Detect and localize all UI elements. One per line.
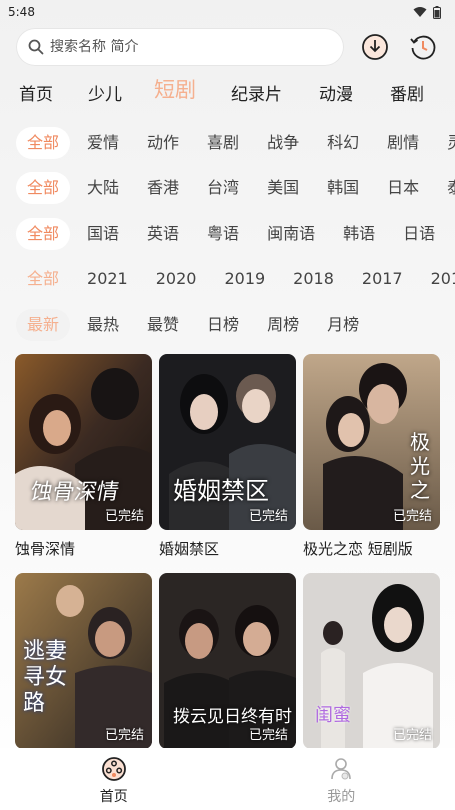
language-filter-row: 全部 国语 英语 粤语 闽南语 韩语 日语 <box>16 218 455 250</box>
poster-image[interactable]: 蚀骨深情 已完结 <box>15 354 152 530</box>
search-input[interactable] <box>50 39 310 55</box>
genre-chip[interactable]: 动作 <box>136 127 190 159</box>
language-chip[interactable]: 英语 <box>136 218 190 250</box>
tab-short-drama[interactable]: 短剧 <box>154 74 196 104</box>
status-badge: 已完结 <box>248 728 288 743</box>
year-filter-row: 全部 2021 2020 2019 2018 2017 2016 <box>16 263 455 295</box>
status-time: 5:48 <box>8 5 35 19</box>
poster-text: 逃妻寻女路 <box>23 639 68 716</box>
language-chip[interactable]: 韩语 <box>332 218 386 250</box>
drama-card[interactable]: 蚀骨深情 已完结 蚀骨深情 <box>15 354 152 559</box>
sort-chip[interactable]: 最热 <box>76 309 130 341</box>
genre-filter-row: 全部 爱情 动作 喜剧 战争 科幻 剧情 灵 <box>16 127 455 159</box>
sort-chip[interactable]: 最新 <box>16 309 71 341</box>
status-bar: 5:48 <box>0 0 455 24</box>
status-badge: 已完结 <box>392 728 432 743</box>
download-button[interactable] <box>358 30 392 64</box>
genre-chip[interactable]: 剧情 <box>376 127 430 159</box>
region-filter-row: 全部 大陆 香港 台湾 美国 韩国 日本 泰 <box>16 172 455 204</box>
drama-title[interactable]: 极光之恋 短剧版 <box>303 538 440 559</box>
poster-image[interactable]: 逃妻寻女路 已完结 <box>15 573 152 749</box>
poster-text: 蚀骨深情 <box>28 480 121 505</box>
category-tabs: 首页 少儿 短剧 纪录片 动漫 番剧 <box>0 76 455 108</box>
tab-documentary[interactable]: 纪录片 <box>231 80 282 105</box>
search-box[interactable] <box>16 28 344 66</box>
region-chip[interactable]: 韩国 <box>316 172 370 204</box>
status-icons <box>413 5 441 19</box>
genre-chip[interactable]: 爱情 <box>76 127 130 159</box>
poster-text: 闺蜜 <box>315 705 351 726</box>
sort-chip[interactable]: 最赞 <box>136 309 190 341</box>
region-chip[interactable]: 日本 <box>376 172 430 204</box>
status-badge: 已完结 <box>248 509 288 524</box>
nav-mine[interactable]: 我的 <box>228 748 455 810</box>
history-icon <box>410 35 436 60</box>
region-chip[interactable]: 香港 <box>136 172 190 204</box>
bottom-nav: 首页 我的 <box>0 748 455 810</box>
sort-chip[interactable]: 月榜 <box>316 309 370 341</box>
drama-card[interactable]: 极光之 已完结 极光之恋 短剧版 <box>303 354 440 559</box>
genre-chip[interactable]: 喜剧 <box>196 127 250 159</box>
poster-image[interactable]: 极光之 已完结 <box>303 354 440 530</box>
language-chip[interactable]: 全部 <box>16 218 71 250</box>
year-chip[interactable]: 2019 <box>213 263 276 295</box>
film-reel-icon <box>101 757 126 781</box>
poster-image[interactable]: 闺蜜 已完结 <box>303 573 440 749</box>
status-badge: 已完结 <box>392 509 432 524</box>
year-chip[interactable]: 2017 <box>351 263 414 295</box>
year-chip[interactable]: 2020 <box>145 263 208 295</box>
tab-home[interactable]: 首页 <box>19 80 53 105</box>
status-badge: 已完结 <box>104 509 144 524</box>
region-chip[interactable]: 大陆 <box>76 172 130 204</box>
wifi-icon <box>413 7 427 17</box>
language-chip[interactable]: 国语 <box>76 218 130 250</box>
sort-filter-row: 最新 最热 最赞 日榜 周榜 月榜 <box>16 309 455 341</box>
region-chip[interactable]: 美国 <box>256 172 310 204</box>
search-icon <box>28 39 44 55</box>
year-chip[interactable]: 2021 <box>76 263 139 295</box>
language-chip[interactable]: 日语 <box>392 218 446 250</box>
status-badge: 已完结 <box>104 728 144 743</box>
tab-kids[interactable]: 少儿 <box>88 80 122 105</box>
poster-image[interactable]: 婚姻禁区 已完结 <box>159 354 296 530</box>
tab-anime[interactable]: 动漫 <box>319 80 353 105</box>
genre-chip[interactable]: 科幻 <box>316 127 370 159</box>
genre-chip[interactable]: 灵 <box>436 127 455 159</box>
drama-card[interactable]: 拨云见日终有时 已完结 <box>159 573 296 749</box>
drama-title[interactable]: 婚姻禁区 <box>159 538 296 559</box>
region-chip[interactable]: 全部 <box>16 172 71 204</box>
search-row <box>16 28 440 66</box>
nav-home[interactable]: 首页 <box>0 748 228 810</box>
download-icon <box>362 34 388 60</box>
user-icon <box>331 758 352 780</box>
drama-card[interactable]: 婚姻禁区 已完结 婚姻禁区 <box>159 354 296 559</box>
year-chip[interactable]: 2016 <box>420 263 455 295</box>
history-button[interactable] <box>406 30 440 64</box>
sort-chip[interactable]: 周榜 <box>256 309 310 341</box>
language-chip[interactable]: 粤语 <box>196 218 250 250</box>
drama-card[interactable]: 逃妻寻女路 已完结 <box>15 573 152 749</box>
poster-text: 婚姻禁区 <box>173 477 269 505</box>
region-chip[interactable]: 台湾 <box>196 172 250 204</box>
language-chip[interactable]: 闽南语 <box>256 218 326 250</box>
genre-chip[interactable]: 战争 <box>256 127 310 159</box>
year-chip[interactable]: 2018 <box>282 263 345 295</box>
drama-card[interactable]: 闺蜜 已完结 <box>303 573 440 749</box>
drama-title[interactable]: 蚀骨深情 <box>15 538 152 559</box>
genre-chip[interactable]: 全部 <box>16 127 71 159</box>
region-chip[interactable]: 泰 <box>436 172 455 204</box>
tab-bangumi[interactable]: 番剧 <box>390 80 424 105</box>
poster-text: 极光之 <box>410 430 430 502</box>
nav-home-label: 首页 <box>99 789 128 805</box>
nav-mine-label: 我的 <box>327 789 356 805</box>
sort-chip[interactable]: 日榜 <box>196 309 250 341</box>
year-chip[interactable]: 全部 <box>16 263 70 295</box>
poster-image[interactable]: 拨云见日终有时 已完结 <box>159 573 296 749</box>
battery-icon <box>433 5 441 19</box>
